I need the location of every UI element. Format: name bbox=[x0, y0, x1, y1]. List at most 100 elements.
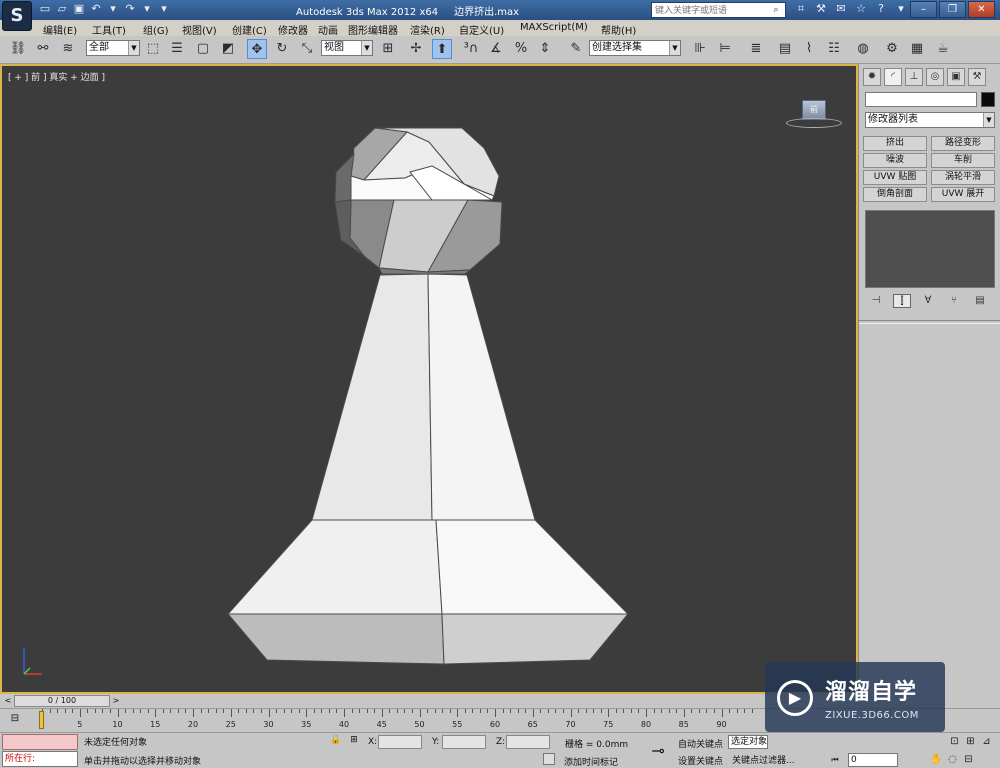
modifier-stack[interactable] bbox=[865, 210, 995, 288]
menu-item[interactable]: 视图(V) bbox=[182, 22, 217, 37]
go-to-start-icon[interactable]: ⏮ bbox=[828, 753, 842, 766]
motion-tab-icon[interactable]: ◎ bbox=[926, 68, 944, 86]
menu-item[interactable]: 动画 bbox=[318, 22, 338, 37]
auto-key-button[interactable]: 自动关键点 bbox=[678, 737, 723, 750]
select-manipulate-icon[interactable]: ✢ bbox=[406, 39, 426, 59]
make-unique-icon[interactable]: ∀ bbox=[919, 294, 937, 308]
pan-hand-icon[interactable]: ✋ bbox=[930, 753, 943, 766]
y-coord-field[interactable] bbox=[442, 735, 486, 749]
selection-filter-dropdown[interactable]: 全部 ▼ bbox=[86, 40, 140, 56]
maximize-viewport-icon[interactable]: ⊟ bbox=[962, 753, 975, 766]
menu-item[interactable]: 修改器 bbox=[278, 22, 308, 37]
time-slider-thumb[interactable]: 0 / 100 bbox=[14, 695, 110, 707]
utilities-tab-icon[interactable]: ⚒ bbox=[968, 68, 986, 86]
object-color-swatch[interactable] bbox=[981, 92, 995, 107]
bind-space-warp-icon[interactable]: ≋ bbox=[58, 39, 78, 59]
menu-item[interactable]: 渲染(R) bbox=[410, 22, 445, 37]
menu-item[interactable]: 工具(T) bbox=[92, 22, 126, 37]
mini-curve-editor-icon[interactable]: ⊟ bbox=[6, 713, 24, 727]
binoculars-icon[interactable]: ⌗ bbox=[794, 2, 808, 16]
modifier-set-button[interactable]: UVW 贴图 bbox=[863, 170, 927, 185]
mirror-icon[interactable]: ⊪ bbox=[690, 39, 710, 59]
absolute-mode-icon[interactable]: ⊞ bbox=[348, 735, 360, 747]
render-setup-icon[interactable]: ⚙ bbox=[882, 39, 902, 59]
hierarchy-tab-icon[interactable]: ⊥ bbox=[905, 68, 923, 86]
schematic-view-icon[interactable]: ☷ bbox=[824, 39, 844, 59]
undo-dropdown-icon[interactable]: ▾ bbox=[106, 2, 120, 16]
menu-item[interactable]: 创建(C) bbox=[232, 22, 267, 37]
track-ruler[interactable]: 051015202530354045505560657075808590 bbox=[39, 709, 760, 733]
modifier-set-button[interactable]: 车削 bbox=[931, 153, 995, 168]
new-file-icon[interactable]: ▭ bbox=[38, 2, 52, 16]
favorites-star-icon[interactable]: ☆ bbox=[854, 2, 868, 16]
customize-quick-access-icon[interactable]: ▾ bbox=[157, 2, 171, 16]
display-tab-icon[interactable]: ▣ bbox=[947, 68, 965, 86]
restore-button[interactable]: ❐ bbox=[939, 1, 966, 18]
time-tag-icon[interactable] bbox=[543, 753, 555, 765]
front-viewport[interactable]: [ + ] 前 ] 真实 + 边面 ] 前 bbox=[0, 64, 858, 694]
menu-item[interactable]: 图形编辑器 bbox=[348, 22, 398, 37]
menu-item[interactable]: 帮助(H) bbox=[601, 22, 636, 37]
redo-dropdown-icon[interactable]: ▾ bbox=[140, 2, 154, 16]
select-by-name-icon[interactable]: ☰ bbox=[167, 39, 187, 59]
rectangular-selection-icon[interactable]: ▢ bbox=[193, 39, 213, 59]
edit-named-selection-icon[interactable]: ✎ bbox=[566, 39, 586, 59]
set-key-icon[interactable]: ⊸ bbox=[646, 739, 670, 763]
current-frame-field[interactable]: 0 bbox=[848, 753, 898, 767]
render-teapot-icon[interactable]: ☕ bbox=[933, 39, 953, 59]
graphite-ribbon-icon[interactable]: ▤ bbox=[775, 39, 795, 59]
object-name-field[interactable] bbox=[865, 92, 977, 107]
curve-editor-icon[interactable]: ⌇ bbox=[799, 39, 819, 59]
modify-tab-icon[interactable]: ◜ bbox=[884, 68, 902, 86]
unlink-icon[interactable]: ⚯ bbox=[33, 39, 53, 59]
x-coord-field[interactable] bbox=[378, 735, 422, 749]
wrench-icon[interactable]: ⚒ bbox=[814, 2, 828, 16]
reference-coordinate-dropdown[interactable]: 视图 ▼ bbox=[321, 40, 373, 56]
minimize-button[interactable]: – bbox=[910, 1, 937, 18]
link-icon[interactable]: ⛓ bbox=[8, 39, 28, 59]
menu-item[interactable]: MAXScript(M) bbox=[520, 22, 588, 33]
help-icon[interactable]: ? bbox=[874, 2, 888, 16]
percent-snap-icon[interactable]: % bbox=[511, 39, 531, 59]
snaps-toggle-icon[interactable]: ³∩ bbox=[461, 39, 481, 59]
select-and-rotate-icon[interactable]: ↻ bbox=[272, 39, 292, 59]
pin-stack-icon[interactable]: ⊣ bbox=[867, 294, 885, 308]
menu-item[interactable]: 编辑(E) bbox=[43, 22, 77, 37]
set-key-button[interactable]: 设置关键点 bbox=[678, 754, 723, 767]
undo-icon[interactable]: ↶ bbox=[89, 2, 103, 16]
rendered-frame-window-icon[interactable]: ▦ bbox=[907, 39, 927, 59]
redo-icon[interactable]: ↷ bbox=[123, 2, 137, 16]
close-button[interactable]: ✕ bbox=[968, 1, 995, 18]
angle-snap-icon[interactable]: ∡ bbox=[486, 39, 506, 59]
next-frame-icon[interactable]: > bbox=[110, 695, 122, 707]
select-object-icon[interactable]: ⬚ bbox=[143, 39, 163, 59]
search-icon[interactable]: ⌕ bbox=[769, 3, 783, 17]
menu-item[interactable]: 组(G) bbox=[143, 22, 169, 37]
spinner-snap-icon[interactable]: ⇕ bbox=[535, 39, 555, 59]
select-and-move-icon[interactable]: ✥ bbox=[247, 39, 267, 59]
communication-center-icon[interactable]: ✉ bbox=[834, 2, 848, 16]
pivot-center-icon[interactable]: ⊞ bbox=[378, 39, 398, 59]
maxscript-mini-listener[interactable] bbox=[2, 734, 78, 750]
help-dropdown-icon[interactable]: ▾ bbox=[894, 2, 908, 16]
menu-item[interactable]: 自定义(U) bbox=[459, 22, 504, 37]
key-mode-dropdown[interactable]: 选定对象 bbox=[728, 735, 768, 749]
select-and-scale-icon[interactable]: ⤡ bbox=[297, 39, 317, 59]
zoom-extents-icon[interactable]: ⊡ bbox=[948, 735, 961, 748]
orbit-icon[interactable]: ◌ bbox=[946, 753, 959, 766]
modifier-set-button[interactable]: 路径变形 bbox=[931, 136, 995, 151]
open-file-icon[interactable]: ▱ bbox=[55, 2, 69, 16]
time-cursor[interactable] bbox=[39, 711, 44, 729]
add-time-tag-button[interactable]: 添加时间标记 bbox=[564, 755, 618, 768]
modifier-set-button[interactable]: UVW 展开 bbox=[931, 187, 995, 202]
key-filters-button[interactable]: 关键点过滤器... bbox=[732, 753, 795, 766]
modifier-set-button[interactable]: 噪波 bbox=[863, 153, 927, 168]
window-crossing-icon[interactable]: ◩ bbox=[218, 39, 238, 59]
z-coord-field[interactable] bbox=[506, 735, 550, 749]
align-icon[interactable]: ⊨ bbox=[715, 39, 735, 59]
modifier-set-button[interactable]: 涡轮平滑 bbox=[931, 170, 995, 185]
show-end-result-icon[interactable]: ⫿ bbox=[893, 294, 911, 308]
modifier-set-button[interactable]: 倒角剖面 bbox=[863, 187, 927, 202]
remove-modifier-icon[interactable]: ⑂ bbox=[945, 294, 963, 308]
maxscript-running-label[interactable]: 所在行: bbox=[2, 751, 78, 767]
